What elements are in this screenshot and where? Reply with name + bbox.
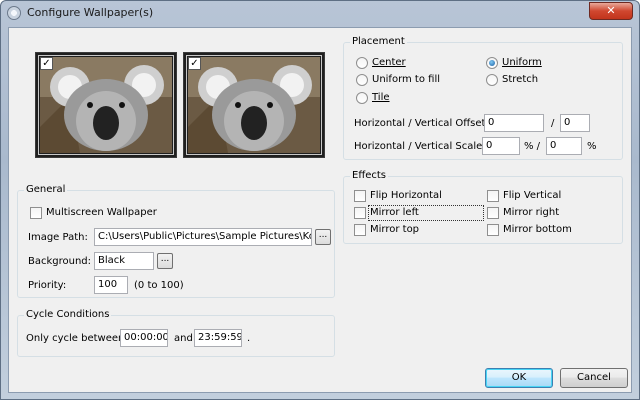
- title-bar: Configure Wallpaper(s) ✕: [1, 1, 639, 25]
- koala-image: [40, 57, 172, 153]
- effects-group: Effects Flip Horizontal Flip Vertical Mi…: [343, 170, 623, 244]
- scale-label: Horizontal / Vertical Scale:: [354, 141, 486, 152]
- mirror-right-checkbox[interactable]: [487, 207, 499, 219]
- placement-group-title: Placement: [350, 36, 407, 47]
- dialog-client-area: ✓ ✓ General Multiscreen Wallpaper Image …: [8, 27, 632, 393]
- priority-field[interactable]: 100: [94, 276, 128, 294]
- placement-uniform-label: Uniform: [502, 57, 542, 68]
- cycle-end-time-field[interactable]: 23:59:59: [194, 329, 242, 347]
- background-label: Background:: [28, 256, 92, 267]
- scale-unit: %: [587, 141, 597, 152]
- priority-hint: (0 to 100): [134, 280, 184, 291]
- gear-icon: [7, 6, 21, 20]
- mirror-left-label: Mirror left: [370, 207, 419, 218]
- image-path-browse-button[interactable]: ...: [315, 229, 331, 245]
- and-label: and: [174, 333, 193, 344]
- configure-wallpaper-window: Configure Wallpaper(s) ✕ ✓ ✓ General Mul…: [0, 0, 640, 400]
- image-path-label: Image Path:: [28, 232, 88, 243]
- wallpaper-thumbnail-1[interactable]: ✓: [35, 52, 177, 158]
- mirror-top-label: Mirror top: [370, 224, 420, 235]
- placement-stretch-label: Stretch: [502, 74, 539, 85]
- wallpaper-preview-area: ✓ ✓: [19, 28, 325, 170]
- placement-tile-label: Tile: [372, 92, 390, 103]
- priority-label: Priority:: [28, 280, 67, 291]
- mirror-bottom-checkbox[interactable]: [487, 224, 499, 236]
- flip-vertical-label: Flip Vertical: [503, 190, 562, 201]
- placement-uniform-to-fill-radio[interactable]: [356, 74, 368, 86]
- cycle-end-dot: .: [247, 333, 251, 344]
- wallpaper-thumbnail-2[interactable]: ✓: [183, 52, 325, 158]
- placement-center-radio[interactable]: [356, 57, 368, 69]
- placement-center-label: Center: [372, 57, 406, 68]
- general-group-title: General: [24, 184, 68, 195]
- placement-stretch-radio[interactable]: [486, 74, 498, 86]
- image-path-field[interactable]: C:\Users\Public\Pictures\Sample Pictures…: [94, 228, 312, 246]
- background-color-field[interactable]: Black: [94, 252, 154, 270]
- thumbnail-checkbox[interactable]: ✓: [40, 57, 53, 70]
- placement-uniform-to-fill-label: Uniform to fill: [372, 74, 441, 85]
- horizontal-scale-field[interactable]: 0: [482, 137, 520, 155]
- multiscreen-label: Multiscreen Wallpaper: [46, 207, 157, 218]
- only-cycle-label: Only cycle between: [26, 333, 125, 344]
- scale-separator: % /: [524, 141, 541, 152]
- window-title: Configure Wallpaper(s): [27, 6, 154, 19]
- multiscreen-checkbox[interactable]: [30, 207, 42, 219]
- mirror-right-label: Mirror right: [503, 207, 560, 218]
- mirror-top-checkbox[interactable]: [354, 224, 366, 236]
- vertical-offset-field[interactable]: 0: [560, 114, 590, 132]
- mirror-bottom-label: Mirror bottom: [503, 224, 572, 235]
- cancel-button[interactable]: Cancel: [560, 368, 628, 388]
- ok-button[interactable]: OK: [485, 368, 553, 388]
- cycle-start-time-field[interactable]: 00:00:00: [120, 329, 168, 347]
- offset-label: Horizontal / Vertical Offset:: [354, 118, 489, 129]
- offset-separator: /: [551, 118, 555, 129]
- vertical-scale-field[interactable]: 0: [546, 137, 582, 155]
- placement-uniform-radio[interactable]: [486, 57, 498, 69]
- cycle-conditions-group: Cycle Conditions Only cycle between 00:0…: [17, 309, 335, 357]
- horizontal-offset-field[interactable]: 0: [484, 114, 544, 132]
- placement-group: Placement Center Uniform Uniform to fill…: [343, 36, 623, 160]
- flip-horizontal-label: Flip Horizontal: [370, 190, 442, 201]
- koala-image: [188, 57, 320, 153]
- background-color-button[interactable]: ...: [157, 253, 173, 269]
- general-group: General Multiscreen Wallpaper Image Path…: [17, 184, 335, 298]
- mirror-left-checkbox[interactable]: [354, 207, 366, 219]
- placement-tile-radio[interactable]: [356, 92, 368, 104]
- effects-group-title: Effects: [350, 170, 388, 181]
- flip-vertical-checkbox[interactable]: [487, 190, 499, 202]
- cycle-conditions-title: Cycle Conditions: [24, 309, 112, 320]
- thumbnail-checkbox[interactable]: ✓: [188, 57, 201, 70]
- close-button[interactable]: ✕: [589, 2, 633, 20]
- flip-horizontal-checkbox[interactable]: [354, 190, 366, 202]
